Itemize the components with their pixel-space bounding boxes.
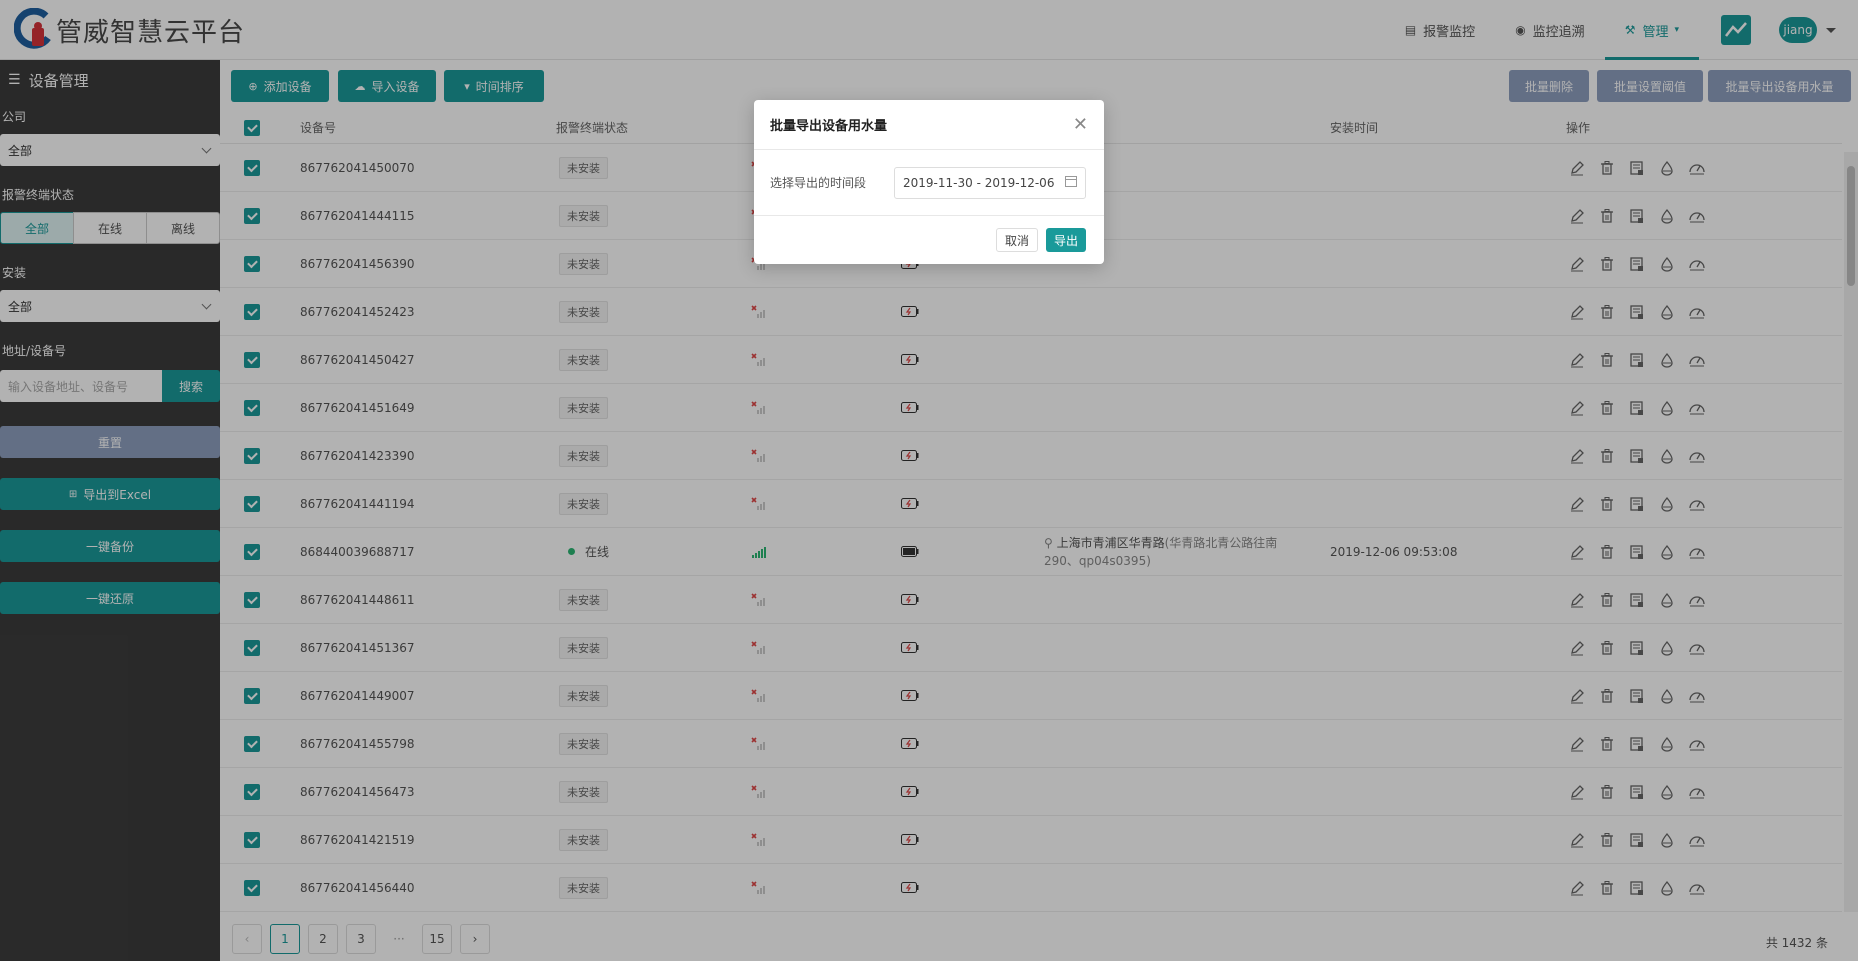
date-range-value: 2019-11-30 - 2019-12-06: [903, 175, 1055, 190]
close-icon[interactable]: ✕: [1073, 114, 1088, 135]
export-dialog: 批量导出设备用水量 ✕ 选择导出的时间段 2019-11-30 - 2019-1…: [754, 100, 1104, 264]
date-range-input[interactable]: 2019-11-30 - 2019-12-06: [894, 166, 1087, 199]
dialog-title: 批量导出设备用水量: [770, 119, 888, 134]
dialog-footer: 取消 导出: [754, 216, 1104, 264]
date-range-label: 选择导出的时间段: [770, 176, 867, 190]
calendar-icon: [1065, 175, 1078, 190]
cancel-button[interactable]: 取消: [995, 228, 1038, 252]
dialog-body: 选择导出的时间段 2019-11-30 - 2019-12-06: [754, 150, 1104, 216]
export-button[interactable]: 导出: [1045, 228, 1086, 252]
dialog-header: 批量导出设备用水量 ✕: [754, 100, 1104, 150]
